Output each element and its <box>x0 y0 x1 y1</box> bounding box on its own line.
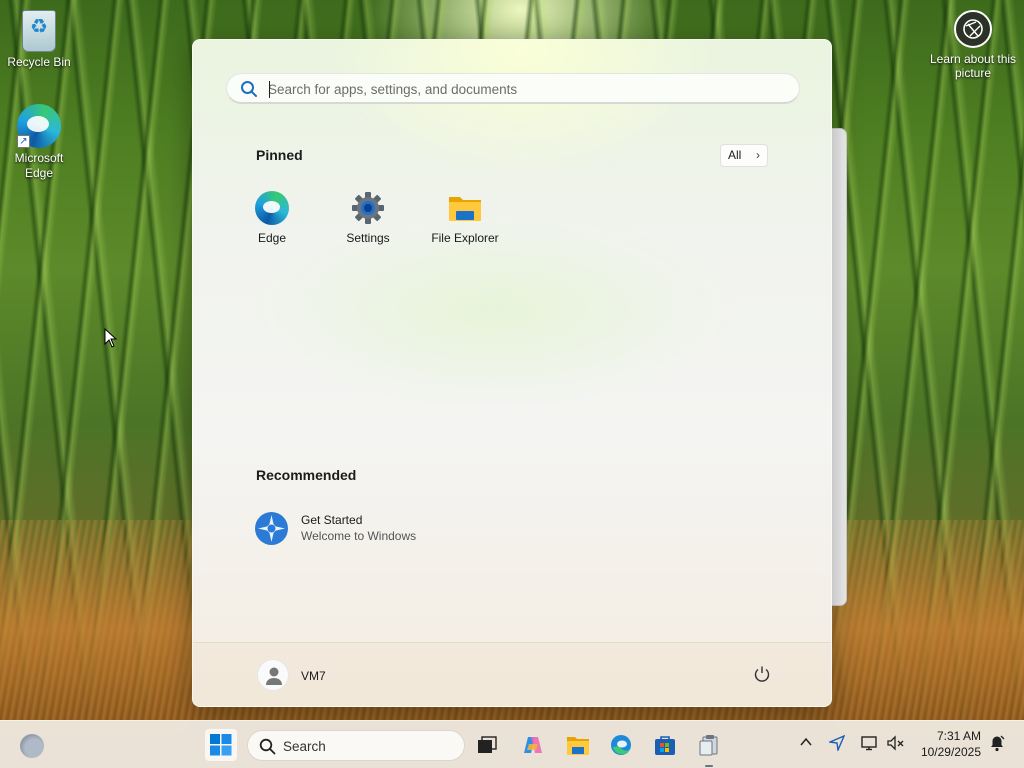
desktop-icon-label: Recycle Bin <box>7 55 71 69</box>
start-search-box[interactable] <box>226 73 800 104</box>
learn-label: Learn about this picture <box>929 52 1017 80</box>
windows-logo-icon <box>210 734 232 756</box>
get-started-icon <box>255 512 288 545</box>
start-menu-footer: VM7 <box>193 642 831 706</box>
task-view-icon <box>478 736 497 753</box>
store-bag-icon <box>655 736 675 755</box>
recycle-bin-icon <box>22 10 56 52</box>
running-indicator <box>705 765 713 767</box>
edge-icon <box>255 191 289 225</box>
file-explorer-taskbar-button[interactable] <box>561 729 593 761</box>
edge-taskbar-button[interactable] <box>605 729 637 761</box>
pinned-app-edge[interactable]: Edge <box>224 188 320 248</box>
network-icon[interactable] <box>861 735 879 751</box>
user-avatar[interactable] <box>257 659 289 691</box>
clock-date: 10/29/2025 <box>920 745 981 759</box>
desktop-icon-edge[interactable]: ↗ Microsoft Edge <box>1 104 77 181</box>
user-name[interactable]: VM7 <box>301 669 326 683</box>
taskbar: Search 7:31 AM 10/29/2025 <box>0 720 1024 768</box>
chevron-up-icon[interactable] <box>799 735 813 749</box>
taskbar-clock[interactable]: 7:31 AM 10/29/2025 <box>921 728 981 760</box>
all-apps-button[interactable]: All › <box>720 144 768 167</box>
user-icon <box>266 667 282 685</box>
notification-bell-icon[interactable] <box>988 734 1006 752</box>
store-taskbar-button[interactable] <box>649 729 681 761</box>
task-view-button[interactable] <box>471 729 503 761</box>
text-caret <box>269 81 270 98</box>
clipboard-icon <box>699 735 718 756</box>
pinned-app-label: Settings <box>346 231 390 245</box>
start-menu: Pinned All › Edge <box>192 39 832 707</box>
search-icon <box>259 738 276 755</box>
desktop-icon-label: Microsoft Edge <box>14 151 64 180</box>
taskbar-search[interactable]: Search <box>247 730 465 761</box>
copilot-icon <box>524 737 542 753</box>
taskbar-search-label: Search <box>283 739 326 754</box>
recommended-item-get-started[interactable]: Get Started Welcome to Windows <box>255 510 515 550</box>
clipboard-app-button[interactable] <box>693 729 725 761</box>
search-icon <box>241 81 257 97</box>
camera-aperture-icon <box>954 10 992 48</box>
pinned-app-file-explorer[interactable]: File Explorer <box>417 188 513 248</box>
start-button[interactable] <box>205 729 237 761</box>
all-apps-label: All <box>728 148 742 162</box>
edge-icon: ↗ <box>17 104 61 148</box>
chevron-right-icon: › <box>756 148 760 162</box>
edge-icon <box>611 735 631 755</box>
shortcut-arrow-icon: ↗ <box>17 135 30 148</box>
location-arrow-icon[interactable] <box>829 735 845 751</box>
folder-icon <box>448 191 482 225</box>
recommended-item-subtitle: Welcome to Windows <box>301 529 417 543</box>
folder-icon <box>567 737 589 755</box>
clock-time: 7:31 AM <box>936 729 981 743</box>
pinned-title: Pinned <box>256 147 303 163</box>
recommended-title: Recommended <box>256 467 357 483</box>
start-search-input[interactable] <box>268 78 768 100</box>
power-icon[interactable] <box>753 665 771 683</box>
speaker-muted-icon[interactable] <box>887 735 905 751</box>
copilot-button[interactable] <box>517 729 549 761</box>
desktop-icon-recycle-bin[interactable]: Recycle Bin <box>1 10 77 70</box>
learn-about-picture[interactable]: Learn about this picture <box>928 10 1018 80</box>
pinned-app-settings[interactable]: Settings <box>320 188 416 248</box>
pinned-app-label: Edge <box>257 231 287 245</box>
recommended-item-title: Get Started <box>301 513 363 527</box>
weather-widget-icon[interactable] <box>20 734 44 758</box>
mouse-cursor-icon <box>104 328 118 348</box>
settings-gear-icon <box>351 191 385 225</box>
pinned-app-label: File Explorer <box>431 231 499 245</box>
